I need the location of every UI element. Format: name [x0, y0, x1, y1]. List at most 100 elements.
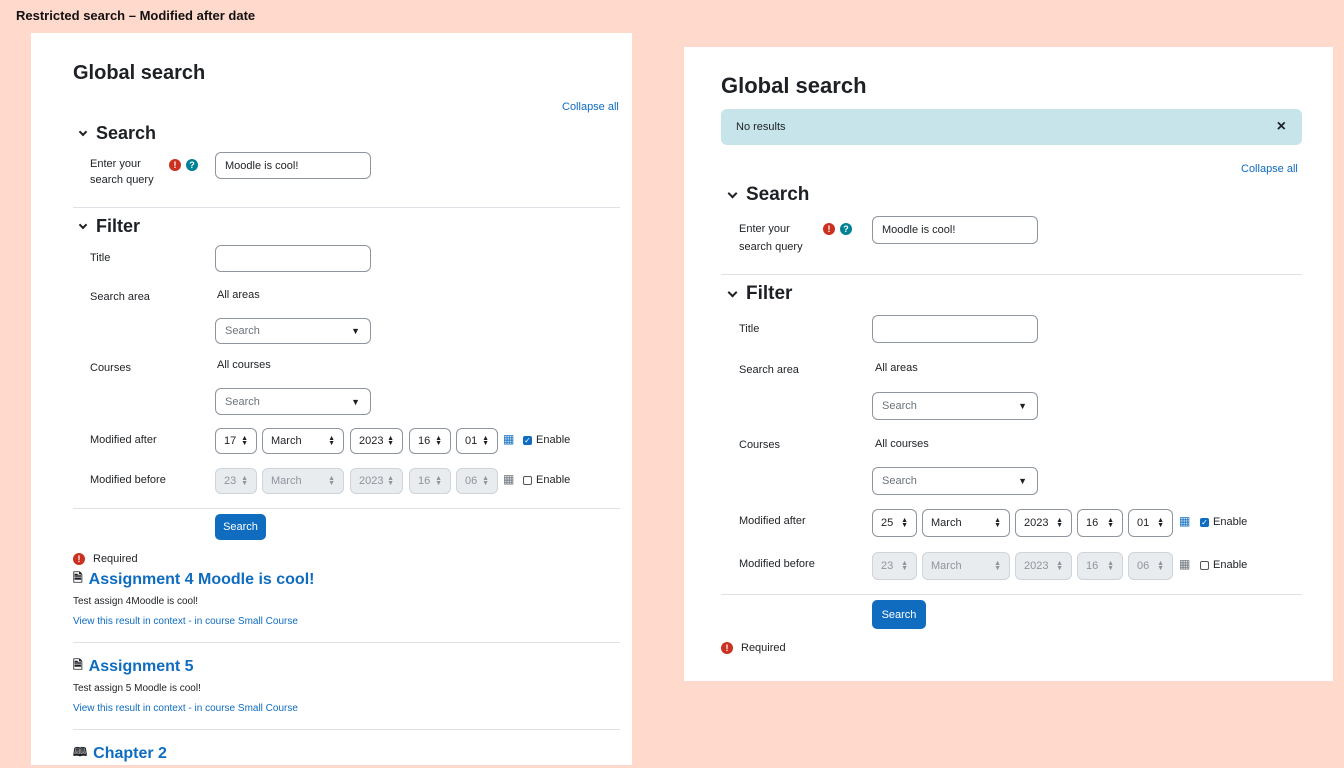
- search-query-input[interactable]: Moodle is cool!: [872, 216, 1038, 244]
- checkbox-label: Enable: [536, 434, 571, 446]
- search-area-dropdown[interactable]: Search ▼: [215, 318, 371, 344]
- checkbox-label: Enable: [536, 474, 571, 486]
- modified-before-label: Modified before: [90, 474, 166, 486]
- result-title-text[interactable]: Assignment 4 Moodle is cool!: [89, 571, 315, 589]
- result-title-text[interactable]: Assignment 5: [89, 658, 194, 676]
- select-value: 16: [1086, 517, 1099, 529]
- search-section-header[interactable]: Search: [78, 123, 156, 144]
- collapse-all-link[interactable]: Collapse all: [562, 101, 619, 113]
- select-value: 2023: [1024, 517, 1049, 529]
- after-minute-select[interactable]: 01 ▲ ▼: [1128, 509, 1173, 537]
- up-down-icon: ▲ ▼: [1157, 517, 1164, 529]
- up-down-icon: ▲ ▼: [1107, 517, 1114, 529]
- question-circle-icon[interactable]: ?: [186, 159, 198, 171]
- after-day-select[interactable]: 25 ▲ ▼: [872, 509, 917, 537]
- no-results-alert: No results ×: [721, 109, 1302, 145]
- after-month-select[interactable]: March ▲ ▼: [262, 428, 344, 454]
- before-hour-select: 16 ▲ ▼: [409, 468, 451, 494]
- before-month-select: March ▲ ▼: [922, 552, 1010, 580]
- courses-dropdown[interactable]: Search ▼: [215, 388, 371, 415]
- result-title[interactable]: 🕮 Chapter 2: [73, 743, 167, 764]
- before-hour-select: 16 ▲ ▼: [1077, 552, 1123, 580]
- caret-down-icon: ▼: [351, 326, 360, 336]
- search-button[interactable]: Search: [872, 600, 926, 629]
- up-down-icon: ▲ ▼: [387, 435, 394, 447]
- up-down-icon: ▲ ▼: [482, 475, 489, 487]
- before-day-select: 23 ▲ ▼: [215, 468, 257, 494]
- courses-value: All courses: [217, 359, 271, 371]
- calendar-icon[interactable]: ▦: [503, 432, 514, 446]
- filter-section-header[interactable]: Filter: [78, 216, 140, 237]
- before-minute-select: 06 ▲ ▼: [1128, 552, 1173, 580]
- after-year-select[interactable]: 2023 ▲ ▼: [350, 428, 403, 454]
- result-title[interactable]: 🗎 Assignment 5: [73, 656, 194, 677]
- title-input[interactable]: [872, 315, 1038, 343]
- field-icons: ! ?: [169, 159, 198, 171]
- question-circle-icon[interactable]: ?: [840, 223, 852, 235]
- after-minute-select[interactable]: 01 ▲ ▼: [456, 428, 498, 454]
- up-down-icon: ▲ ▼: [901, 517, 908, 529]
- search-button[interactable]: Search: [215, 514, 266, 540]
- modified-after-label: Modified after: [90, 434, 157, 446]
- modified-before-label: Modified before: [739, 558, 815, 570]
- checkbox-box: [1200, 560, 1209, 570]
- calendar-icon[interactable]: ▦: [1179, 514, 1190, 528]
- after-hour-select[interactable]: 16 ▲ ▼: [409, 428, 451, 454]
- select-value: March: [931, 560, 962, 572]
- required-note: ! Required: [721, 642, 786, 654]
- before-day-select: 23 ▲ ▼: [872, 552, 917, 580]
- result-title-text[interactable]: Chapter 2: [93, 745, 167, 763]
- select-value: 16: [418, 475, 431, 487]
- before-enable-checkbox[interactable]: Enable: [1200, 559, 1247, 571]
- select-value: 23: [224, 475, 237, 487]
- select-value: 17: [224, 435, 237, 447]
- checkbox-label: Enable: [1213, 559, 1248, 571]
- select-value: 2023: [359, 435, 384, 447]
- up-down-icon: ▲ ▼: [994, 517, 1001, 529]
- required-text: Required: [93, 553, 138, 565]
- search-query-input[interactable]: Moodle is cool!: [215, 152, 371, 179]
- up-down-icon: ▲ ▼: [482, 435, 489, 447]
- view-in-context-link[interactable]: View this result in context: [73, 703, 186, 714]
- up-down-icon: ▲ ▼: [1056, 560, 1063, 572]
- before-year-select: 2023 ▲ ▼: [1015, 552, 1072, 580]
- title-input[interactable]: [215, 245, 371, 272]
- after-hour-select[interactable]: 16 ▲ ▼: [1077, 509, 1123, 537]
- after-enable-checkbox[interactable]: ✓ Enable: [523, 434, 570, 446]
- select-value: March: [271, 475, 302, 487]
- courses-dropdown[interactable]: Search ▼: [872, 467, 1038, 495]
- before-enable-checkbox[interactable]: Enable: [523, 474, 570, 486]
- modified-after-label: Modified after: [739, 515, 806, 527]
- chevron-down-icon: [727, 188, 738, 198]
- section-title: Filter: [746, 283, 793, 304]
- result-title[interactable]: 🗎 Assignment 4 Moodle is cool!: [73, 569, 314, 590]
- course-link[interactable]: - in course Small Course: [186, 616, 298, 627]
- select-value: 06: [465, 475, 478, 487]
- after-month-select[interactable]: March ▲ ▼: [922, 509, 1010, 537]
- after-day-select[interactable]: 17 ▲ ▼: [215, 428, 257, 454]
- after-year-select[interactable]: 2023 ▲ ▼: [1015, 509, 1072, 537]
- filter-section-header[interactable]: Filter: [727, 283, 793, 305]
- chevron-down-icon: [78, 220, 88, 229]
- divider: [73, 207, 620, 208]
- exclamation-circle-icon: !: [823, 223, 835, 235]
- up-down-icon: ▲ ▼: [1157, 560, 1164, 572]
- up-down-icon: ▲ ▼: [328, 435, 335, 447]
- search-area-dropdown[interactable]: Search ▼: [872, 392, 1038, 420]
- close-icon[interactable]: ×: [1277, 118, 1286, 136]
- dropdown-placeholder: Search: [882, 475, 917, 487]
- exclamation-circle-icon: !: [73, 553, 85, 565]
- title-label: Title: [739, 323, 760, 335]
- divider: [721, 594, 1302, 595]
- course-link[interactable]: - in course Small Course: [186, 703, 298, 714]
- select-value: March: [271, 435, 302, 447]
- collapse-all-link[interactable]: Collapse all: [1241, 163, 1298, 175]
- after-enable-checkbox[interactable]: ✓ Enable: [1200, 516, 1247, 528]
- select-value: 16: [1086, 560, 1099, 572]
- caret-down-icon: ▼: [351, 396, 360, 407]
- view-in-context-link[interactable]: View this result in context: [73, 616, 186, 627]
- up-down-icon: ▲ ▼: [241, 475, 248, 487]
- select-value: March: [931, 517, 962, 529]
- search-section-header[interactable]: Search: [727, 184, 810, 206]
- section-title: Search: [746, 184, 810, 205]
